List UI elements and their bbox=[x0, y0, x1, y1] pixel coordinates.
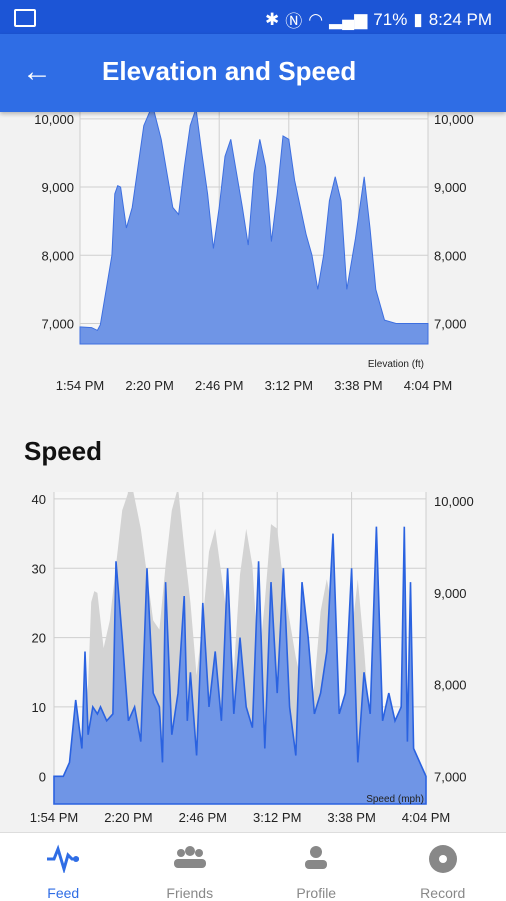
nav-friends-label: Friends bbox=[127, 885, 254, 901]
status-bar: ✱ Ⓝ ◠ ▂▄▆ 71% ▮ 8:24 PM bbox=[0, 0, 506, 34]
speed-y-tick-right: 7,000 bbox=[434, 769, 467, 784]
arrow-left-icon[interactable]: ← bbox=[22, 52, 52, 92]
group-icon bbox=[171, 843, 209, 873]
speed-x-tick: 3:12 PM bbox=[253, 810, 301, 825]
speed-y-tick-left: 40 bbox=[32, 492, 46, 507]
speed-section-title: Speed bbox=[24, 436, 102, 467]
speed-y-tick-right: 10,000 bbox=[434, 494, 474, 509]
elevation-y-tick-left: 10,000 bbox=[34, 112, 74, 127]
page-title: Elevation and Speed bbox=[102, 56, 356, 87]
elevation-x-tick: 2:20 PM bbox=[125, 378, 173, 393]
elevation-y-tick-left: 7,000 bbox=[41, 317, 74, 332]
nav-record[interactable]: Record bbox=[380, 833, 506, 901]
elevation-x-tick: 2:46 PM bbox=[195, 378, 243, 393]
elevation-y-tick-left: 8,000 bbox=[41, 248, 74, 263]
speed-x-tick: 2:20 PM bbox=[104, 810, 152, 825]
elevation-x-tick: 1:54 PM bbox=[56, 378, 104, 393]
nav-feed-label: Feed bbox=[0, 885, 127, 901]
speed-y-tick-right: 8,000 bbox=[434, 678, 467, 693]
nav-friends[interactable]: Friends bbox=[127, 833, 254, 901]
speed-x-tick: 3:38 PM bbox=[327, 810, 375, 825]
speed-y-tick-left: 0 bbox=[39, 769, 46, 784]
elevation-y-tick-right: 7,000 bbox=[434, 317, 467, 332]
elevation-x-tick: 3:12 PM bbox=[265, 378, 313, 393]
status-icons: ✱ Ⓝ ◠ ▂▄▆ 71% ▮ 8:24 PM bbox=[265, 7, 492, 32]
record-icon bbox=[427, 843, 459, 875]
speed-x-tick: 2:46 PM bbox=[179, 810, 227, 825]
pulse-icon bbox=[45, 843, 81, 873]
speed-y-tick-left: 10 bbox=[32, 700, 46, 715]
nav-feed[interactable]: Feed bbox=[0, 833, 127, 901]
elevation-y-tick-right: 10,000 bbox=[434, 112, 474, 127]
nfc-icon: Ⓝ bbox=[285, 7, 302, 32]
speed-y-tick-right: 9,000 bbox=[434, 586, 467, 601]
elevation-chart: 7,000 8,000 9,000 10,000 7,000 8,000 9,000 10,… bbox=[0, 112, 506, 412]
speed-y-tick-left: 30 bbox=[32, 561, 46, 576]
battery-icon: ▮ bbox=[413, 10, 422, 30]
app-bar: ← Elevation and Speed bbox=[0, 34, 506, 112]
bluetooth-icon: ✱ bbox=[265, 10, 279, 30]
speed-x-tick: 1:54 PM bbox=[30, 810, 78, 825]
speed-chart: 0 10 20 30 40 7,000 8,000 9,000 10,000 1:54 PM 2… bbox=[0, 492, 506, 832]
speed-y-tick-left: 20 bbox=[32, 631, 46, 646]
signal-icon: ▂▄▆ bbox=[329, 10, 367, 30]
content-area[interactable]: 7,000 8,000 9,000 10,000 7,000 8,000 9,000 10,… bbox=[0, 112, 506, 832]
person-icon bbox=[301, 843, 331, 873]
wifi-icon: ◠ bbox=[308, 10, 323, 30]
elevation-y-tick-left: 9,000 bbox=[41, 180, 74, 195]
elevation-y-tick-right: 8,000 bbox=[434, 248, 467, 263]
battery-percent: 71% bbox=[373, 10, 407, 30]
clock: 8:24 PM bbox=[429, 10, 492, 30]
elevation-y-tick-right: 9,000 bbox=[434, 180, 467, 195]
nav-record-label: Record bbox=[380, 885, 506, 901]
nav-profile-label: Profile bbox=[253, 885, 380, 901]
speed-x-tick: 4:04 PM bbox=[402, 810, 450, 825]
nav-profile[interactable]: Profile bbox=[253, 833, 380, 901]
speed-caption: Speed (mph) bbox=[366, 794, 424, 805]
elevation-x-tick: 4:04 PM bbox=[404, 378, 452, 393]
elevation-x-tick: 3:38 PM bbox=[334, 378, 382, 393]
activity-notification-icon bbox=[14, 9, 36, 27]
bottom-navigation: Feed Friends Profile Record bbox=[0, 832, 506, 901]
elevation-caption: Elevation (ft) bbox=[368, 359, 424, 370]
